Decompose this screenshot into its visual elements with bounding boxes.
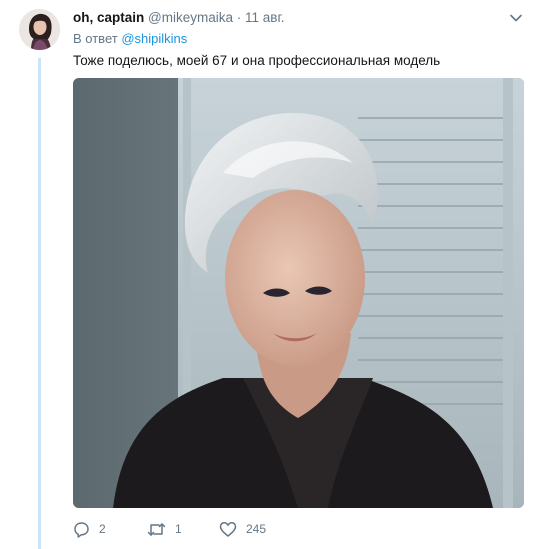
retweet-icon: [147, 521, 166, 538]
heart-icon: [219, 521, 237, 538]
avatar[interactable]: [19, 9, 60, 50]
reply-button[interactable]: 2: [73, 519, 106, 539]
reply-context: В ответ @shipilkins: [73, 31, 187, 47]
reply-prefix: В ответ: [73, 31, 118, 46]
tweet-date[interactable]: 11 авг.: [245, 10, 284, 25]
reply-icon: [73, 521, 90, 538]
thread-line: [38, 58, 41, 549]
reply-handle-link[interactable]: @shipilkins: [121, 31, 187, 46]
retweet-count: 1: [175, 522, 182, 536]
retweet-button[interactable]: 1: [147, 519, 182, 539]
like-button[interactable]: 245: [219, 519, 266, 539]
tweet-photo[interactable]: [73, 78, 524, 508]
like-count: 245: [246, 522, 267, 536]
user-handle[interactable]: @mikeymaika: [148, 10, 233, 25]
tweet-header: oh, captain @mikeymaika · 11 авг.: [73, 9, 285, 26]
display-name[interactable]: oh, captain: [73, 10, 144, 25]
header-separator: ·: [236, 10, 242, 25]
tweet-text: Тоже поделюсь, моей 67 и она профессиона…: [73, 53, 441, 68]
chevron-down-icon[interactable]: [509, 11, 523, 25]
reply-count: 2: [99, 522, 106, 536]
